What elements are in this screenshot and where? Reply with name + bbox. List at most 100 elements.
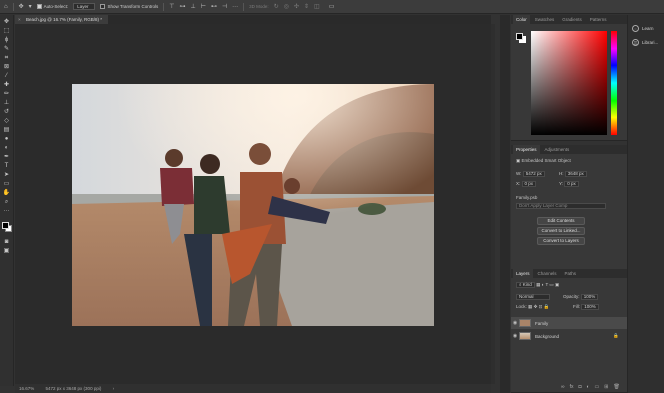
kind-filter-dropdown[interactable]: ⌕ Kind xyxy=(516,282,535,288)
eraser-tool-icon[interactable]: ◇ xyxy=(2,118,12,125)
quick-select-tool-icon[interactable]: ✎ xyxy=(2,46,12,53)
lock-artboard-icon[interactable]: ⊡ xyxy=(539,304,543,309)
filter-smart-icon[interactable]: ▣ xyxy=(555,282,559,287)
align-right-icon[interactable]: ⊣ xyxy=(222,4,227,10)
move-tool-icon[interactable]: ✥ xyxy=(2,19,12,26)
canvas-area[interactable] xyxy=(15,24,491,384)
tab-channels[interactable]: Channels xyxy=(535,269,560,278)
height-field[interactable]: 3648 px xyxy=(564,171,587,177)
link-layers-icon[interactable]: ∞ xyxy=(561,384,565,390)
eye-icon[interactable]: ◉ xyxy=(511,333,519,339)
3d-rotate-icon[interactable]: ↻ xyxy=(274,4,279,10)
layer-row[interactable]: ◉ Background 🔒 xyxy=(511,330,627,342)
align-top-icon[interactable]: ⊤ xyxy=(169,4,174,10)
filter-pixel-icon[interactable]: ▦ xyxy=(536,282,540,287)
edit-contents-button[interactable]: Edit Contents xyxy=(537,217,585,225)
healing-brush-tool-icon[interactable]: ✚ xyxy=(2,82,12,89)
screen-mode-icon[interactable]: ▣ xyxy=(2,248,12,255)
zoom-level[interactable]: 16.67% xyxy=(19,386,34,391)
color-panel-swatches[interactable] xyxy=(516,33,527,44)
tab-properties[interactable]: Properties xyxy=(513,145,540,154)
tab-paths[interactable]: Paths xyxy=(562,269,580,278)
x-field[interactable]: 0 px xyxy=(521,181,537,187)
move-tool-icon[interactable]: ✥ xyxy=(19,4,24,10)
frame-tool-icon[interactable]: ⊠ xyxy=(2,64,12,71)
chevron-down-icon[interactable]: ▾ xyxy=(29,4,32,10)
show-transform-checkbox[interactable]: Show Transform Controls xyxy=(100,4,158,10)
blend-mode-dropdown[interactable]: Normal xyxy=(516,294,550,300)
adjustment-layer-icon[interactable]: ◐ xyxy=(587,384,590,390)
align-left-icon[interactable]: ⊢ xyxy=(201,4,206,10)
layer-row[interactable]: ◉ Family xyxy=(511,317,627,329)
hand-tool-icon[interactable]: ✋ xyxy=(2,190,12,197)
close-icon[interactable]: × xyxy=(18,15,21,24)
document-tab[interactable]: × Beach.jpg @ 16.7% (Family, RGB/8) * xyxy=(15,15,109,24)
align-middle-icon[interactable]: ⊶ xyxy=(179,4,185,10)
tab-swatches[interactable]: Swatches xyxy=(532,15,558,24)
rectangle-tool-icon[interactable]: ▭ xyxy=(2,181,12,188)
lasso-tool-icon[interactable]: ϕ xyxy=(2,37,12,44)
opacity-field[interactable]: 100% xyxy=(580,294,599,300)
tab-adjustments[interactable]: Adjustments xyxy=(542,145,573,154)
eye-icon[interactable]: ◉ xyxy=(511,320,519,326)
convert-to-linked-button[interactable]: Convert to Linked... xyxy=(537,227,585,235)
width-field[interactable]: 5472 px xyxy=(522,171,545,177)
layer-comp-dropdown[interactable]: Don't Apply Layer Comp xyxy=(516,203,606,209)
tab-patterns[interactable]: Patterns xyxy=(587,15,610,24)
dodge-tool-icon[interactable]: ◐ xyxy=(2,145,12,152)
layer-name[interactable]: Family xyxy=(535,321,548,326)
lock-pixels-icon[interactable]: ▦ xyxy=(528,304,532,309)
tab-color[interactable]: Color xyxy=(513,15,530,24)
home-icon[interactable]: ⌂ xyxy=(4,4,8,10)
convert-to-layers-button[interactable]: Convert to Layers xyxy=(537,237,585,245)
fill-field[interactable]: 100% xyxy=(581,304,599,310)
new-layer-icon[interactable]: ⊞ xyxy=(604,384,608,390)
blur-tool-icon[interactable]: ● xyxy=(2,136,12,143)
hue-slider[interactable] xyxy=(611,31,617,135)
auto-select-checkbox[interactable]: Auto-Select: xyxy=(36,4,68,10)
clone-stamp-tool-icon[interactable]: ⊥ xyxy=(2,100,12,107)
tab-layers[interactable]: Layers xyxy=(513,269,533,278)
eyedropper-tool-icon[interactable]: ⁄ xyxy=(2,73,12,80)
libraries-panel-button[interactable]: ◫ Librari... xyxy=(632,39,658,46)
gradient-tool-icon[interactable]: ▤ xyxy=(2,127,12,134)
align-bottom-icon[interactable]: ⊥ xyxy=(190,4,195,10)
video-icon[interactable]: ▭ xyxy=(329,4,335,10)
learn-panel-button[interactable]: ◌ Learn xyxy=(632,25,654,32)
align-center-icon[interactable]: ⊷ xyxy=(211,4,217,10)
quick-mask-icon[interactable]: ◙ xyxy=(2,239,12,246)
add-mask-icon[interactable]: ◘ xyxy=(578,384,581,390)
chevron-right-icon[interactable]: › xyxy=(113,386,115,391)
auto-select-target-dropdown[interactable]: Layer xyxy=(73,3,96,10)
pen-tool-icon[interactable]: ✒ xyxy=(2,154,12,161)
3d-roll-icon[interactable]: ◎ xyxy=(284,4,289,10)
more-tools-icon[interactable]: ··· xyxy=(2,208,12,215)
new-group-icon[interactable]: ▭ xyxy=(595,384,600,390)
filter-type-icon[interactable]: T xyxy=(545,282,548,287)
foreground-color[interactable] xyxy=(1,222,9,229)
more-options-icon[interactable]: ··· xyxy=(232,4,238,10)
zoom-tool-icon[interactable]: ⌕ xyxy=(2,199,12,206)
lock-all-icon[interactable]: 🔒 xyxy=(544,304,550,309)
path-select-tool-icon[interactable]: ➤ xyxy=(2,172,12,179)
3d-scale-icon[interactable]: ◫ xyxy=(314,4,320,10)
delete-layer-icon[interactable]: 🗑 xyxy=(613,384,619,390)
crop-tool-icon[interactable]: ⌗ xyxy=(2,55,12,62)
filter-adjustment-icon[interactable]: ◐ xyxy=(542,282,545,287)
type-tool-icon[interactable]: T xyxy=(2,163,12,170)
3d-pan-icon[interactable]: ✣ xyxy=(294,4,299,10)
layer-name[interactable]: Background xyxy=(535,334,559,339)
tab-gradients[interactable]: Gradients xyxy=(559,15,585,24)
y-field[interactable]: 0 px xyxy=(564,181,579,187)
vertical-scrollbar[interactable] xyxy=(491,24,495,384)
foreground-color[interactable] xyxy=(516,33,523,40)
filter-shape-icon[interactable]: ▭ xyxy=(549,282,553,287)
history-brush-tool-icon[interactable]: ↺ xyxy=(2,109,12,116)
lock-position-icon[interactable]: ✥ xyxy=(534,304,538,309)
marquee-tool-icon[interactable]: ⬚ xyxy=(2,28,12,35)
layer-style-icon[interactable]: fx xyxy=(570,384,574,390)
document-photo[interactable] xyxy=(72,84,434,326)
brush-tool-icon[interactable]: ✏ xyxy=(2,91,12,98)
3d-slide-icon[interactable]: ⇕ xyxy=(304,4,309,10)
color-picker-field[interactable] xyxy=(531,31,607,135)
